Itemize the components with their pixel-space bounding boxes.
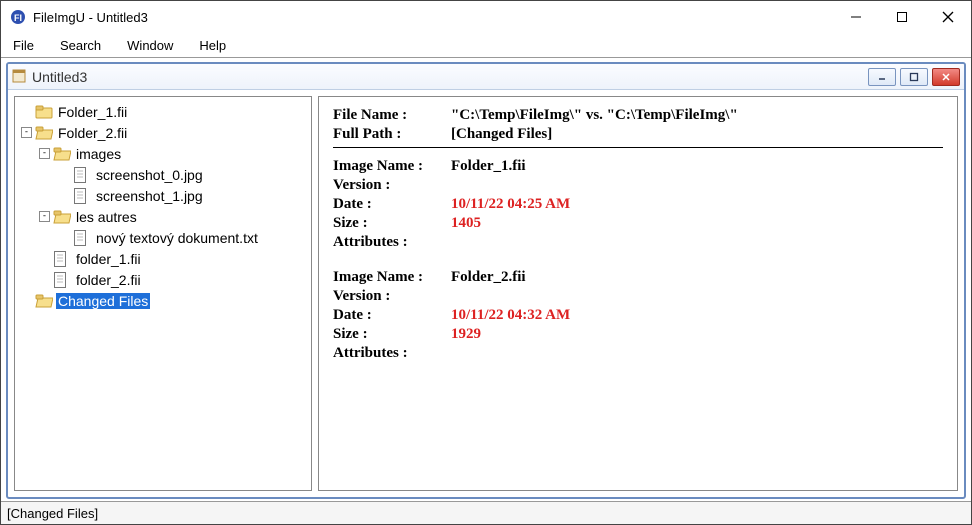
file-icon — [53, 272, 71, 288]
app-icon: FI — [9, 8, 27, 26]
tree-item-label: folder_1.fii — [74, 251, 143, 267]
size-label: Size : — [333, 215, 451, 232]
tree-item[interactable]: screenshot_1.jpg — [17, 185, 309, 206]
menu-help[interactable]: Help — [195, 36, 230, 55]
tree-item-label: Folder_1.fii — [56, 104, 129, 120]
file-name-label: File Name : — [333, 107, 451, 124]
tree-panel[interactable]: Folder_1.fii-Folder_2.fii-imagesscreensh… — [14, 96, 312, 491]
folder-open-icon — [35, 125, 53, 141]
tree-item[interactable]: - Folder_2.fii — [17, 122, 309, 143]
tree-spacer — [59, 190, 70, 201]
image-name-value: Folder_1.fii — [451, 158, 526, 175]
menubar: File Search Window Help — [1, 33, 971, 57]
tree-item-label: screenshot_1.jpg — [94, 188, 205, 204]
tree-item-label: screenshot_0.jpg — [94, 167, 205, 183]
folder-open-icon — [35, 293, 53, 309]
tree-spacer — [21, 295, 32, 306]
file-icon — [73, 230, 91, 246]
child-close-button[interactable] — [932, 68, 960, 86]
tree-spacer — [59, 232, 70, 243]
date-value: 10/11/22 04:25 AM — [451, 196, 570, 213]
tree-item-label: les autres — [74, 209, 139, 225]
child-maximize-button[interactable] — [900, 68, 928, 86]
tree-item[interactable]: folder_2.fii — [17, 269, 309, 290]
image-detail-block: Image Name :Folder_2.fiiVersion : Date :1… — [333, 269, 943, 362]
tree-spacer — [39, 253, 50, 264]
version-label: Version : — [333, 288, 451, 305]
child-titlebar: Untitled3 — [8, 64, 964, 90]
details-panel: File Name : "C:\Temp\FileImg\" vs. "C:\T… — [318, 96, 958, 491]
child-minimize-button[interactable] — [868, 68, 896, 86]
image-name-value: Folder_2.fii — [451, 269, 526, 286]
window-title: FileImgU - Untitled3 — [33, 10, 148, 25]
version-label: Version : — [333, 177, 451, 194]
tree-item-label: folder_2.fii — [74, 272, 143, 288]
main-window: FI FileImgU - Untitled3 File Search Wind… — [0, 0, 972, 525]
file-icon — [73, 167, 91, 183]
collapse-icon[interactable]: - — [39, 148, 50, 159]
image-name-label: Image Name : — [333, 269, 451, 286]
mdi-area: Untitled3 Folder_1.fii-Folder_2.fii-imag… — [1, 57, 971, 502]
close-button[interactable] — [925, 1, 971, 33]
date-label: Date : — [333, 196, 451, 213]
child-window-icon — [12, 69, 28, 85]
date-label: Date : — [333, 307, 451, 324]
size-value: 1929 — [451, 326, 481, 343]
tree-spacer — [21, 106, 32, 117]
tree-spacer — [59, 169, 70, 180]
collapse-icon[interactable]: - — [39, 211, 50, 222]
tree-item[interactable]: Changed Files — [17, 290, 309, 311]
status-bar: [Changed Files] — [1, 502, 971, 524]
tree-item[interactable]: - les autres — [17, 206, 309, 227]
child-window-title: Untitled3 — [32, 69, 87, 85]
tree-item-label: images — [74, 146, 123, 162]
minimize-button[interactable] — [833, 1, 879, 33]
full-path-label: Full Path : — [333, 126, 451, 143]
folder-open-icon — [53, 146, 71, 162]
tree-spacer — [39, 274, 50, 285]
status-text: [Changed Files] — [7, 506, 98, 521]
attributes-label: Attributes : — [333, 234, 451, 251]
tree-item-label: nový textový dokument.txt — [94, 230, 260, 246]
file-icon — [53, 251, 71, 267]
tree-item[interactable]: Folder_1.fii — [17, 101, 309, 122]
image-detail-block: Image Name :Folder_1.fiiVersion : Date :1… — [333, 158, 943, 251]
folder-open-icon — [53, 209, 71, 225]
child-body: Folder_1.fii-Folder_2.fii-imagesscreensh… — [8, 90, 964, 497]
menu-file[interactable]: File — [9, 36, 38, 55]
menu-window[interactable]: Window — [123, 36, 177, 55]
titlebar: FI FileImgU - Untitled3 — [1, 1, 971, 33]
file-icon — [73, 188, 91, 204]
folder-icon — [35, 104, 53, 120]
svg-text:FI: FI — [14, 13, 22, 23]
tree-item[interactable]: screenshot_0.jpg — [17, 164, 309, 185]
image-name-label: Image Name : — [333, 158, 451, 175]
tree-item[interactable]: - images — [17, 143, 309, 164]
maximize-button[interactable] — [879, 1, 925, 33]
size-value: 1405 — [451, 215, 481, 232]
size-label: Size : — [333, 326, 451, 343]
attributes-label: Attributes : — [333, 345, 451, 362]
child-window: Untitled3 Folder_1.fii-Folder_2.fii-imag… — [6, 62, 966, 499]
details-separator — [333, 147, 943, 148]
menu-search[interactable]: Search — [56, 36, 105, 55]
tree-item[interactable]: folder_1.fii — [17, 248, 309, 269]
file-name-value: "C:\Temp\FileImg\" vs. "C:\Temp\FileImg\… — [451, 107, 738, 124]
full-path-value: [Changed Files] — [451, 126, 552, 143]
tree-item-label: Changed Files — [56, 293, 150, 309]
collapse-icon[interactable]: - — [21, 127, 32, 138]
date-value: 10/11/22 04:32 AM — [451, 307, 570, 324]
tree-item[interactable]: nový textový dokument.txt — [17, 227, 309, 248]
tree-item-label: Folder_2.fii — [56, 125, 129, 141]
